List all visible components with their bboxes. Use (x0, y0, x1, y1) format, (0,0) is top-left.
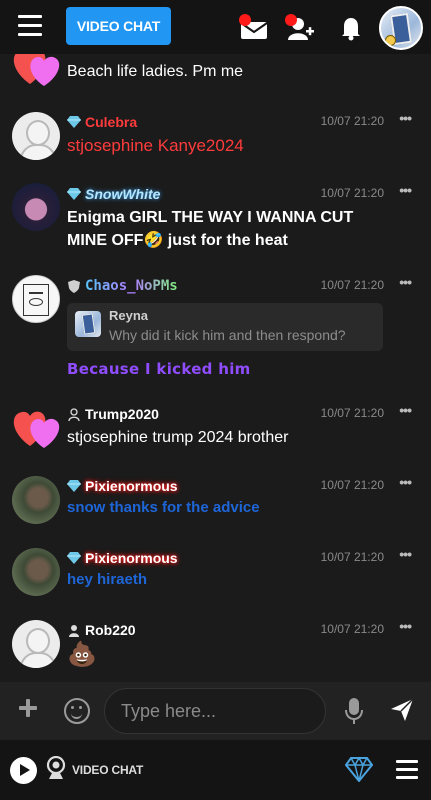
heart-icon (13, 54, 60, 86)
diamond-icon (67, 115, 81, 129)
list-item: SnowWhite 10/07 21:20 ••• Enigma GIRL TH… (0, 182, 431, 258)
more-options-icon[interactable]: ••• (399, 274, 412, 290)
message-list: Beach life ladies. Pm me Culebra 10/07 2… (0, 54, 431, 682)
message-text: snow thanks for the advice (67, 499, 260, 516)
username[interactable]: Rob220 (85, 622, 136, 638)
more-options-icon[interactable]: ••• (399, 474, 412, 490)
top-bar: VIDEO CHAT (0, 0, 431, 54)
timestamp: 10/07 21:20 (320, 406, 384, 420)
username[interactable]: SnowWhite (85, 186, 160, 202)
default-avatar[interactable] (12, 112, 60, 160)
more-options-icon[interactable]: ••• (399, 618, 412, 634)
list-item: Beach life ladies. Pm me (0, 54, 431, 94)
list-item: Chaos_NoPMs 10/07 21:20 ••• Reyna Why di… (0, 274, 431, 390)
plus-icon[interactable] (18, 698, 38, 718)
quoted-reply[interactable]: Reyna Why did it kick him and then respo… (67, 303, 383, 351)
timestamp: 10/07 21:20 (320, 622, 384, 636)
photo-avatar[interactable] (12, 183, 60, 231)
more-options-icon[interactable]: ••• (399, 182, 412, 198)
status-indicator (385, 35, 396, 46)
message-input[interactable] (104, 688, 326, 734)
reply-username: Reyna (109, 308, 149, 323)
menu-icon[interactable] (396, 760, 418, 780)
composer-bar (0, 682, 431, 740)
timestamp: 10/07 21:20 (320, 550, 384, 564)
user-avatar[interactable] (379, 6, 423, 50)
chat-app: VIDEO CHAT Beach life ladies. Pm me Cule… (0, 0, 431, 800)
user-icon (67, 407, 81, 421)
user-icon (67, 623, 81, 637)
username[interactable]: Chaos_NoPMs (85, 278, 178, 294)
emoji-icon[interactable] (64, 698, 90, 724)
more-options-icon[interactable]: ••• (399, 110, 412, 126)
reply-text: Why did it kick him and then respond? (109, 327, 346, 343)
diamond-icon (67, 479, 81, 493)
photo-avatar[interactable] (12, 476, 60, 524)
diamond-icon[interactable] (345, 756, 373, 782)
add-friend-icon[interactable] (284, 13, 314, 41)
message-text: Enigma GIRL THE WAY I WANNA CUT MINE OFF… (67, 209, 354, 249)
username[interactable]: Trump2020 (85, 406, 159, 422)
message-text: Because I kicked him (67, 360, 251, 378)
username[interactable]: Pixienormous (85, 478, 178, 494)
message-text: 💩 (67, 641, 97, 668)
list-item: Pixienormous 10/07 21:20 ••• snow thanks… (0, 474, 431, 534)
webcam-icon[interactable] (46, 756, 66, 780)
message-text: stjosephine trump 2024 brother (67, 429, 289, 446)
reply-avatar (75, 311, 101, 337)
menu-icon[interactable] (18, 15, 42, 37)
bell-icon[interactable] (337, 13, 367, 41)
heart-icon[interactable] (12, 406, 64, 450)
microphone-icon[interactable] (344, 697, 364, 725)
message-text: hey hiraeth (67, 571, 148, 588)
message-text: stjosephine Kanye2024 (67, 136, 244, 155)
diamond-icon (67, 551, 81, 565)
more-options-icon[interactable]: ••• (399, 546, 412, 562)
more-options-icon[interactable]: ••• (399, 402, 412, 418)
timestamp: 10/07 21:20 (320, 278, 384, 292)
bottom-bar: VIDEO CHAT (0, 740, 431, 800)
timestamp: 10/07 21:20 (320, 114, 384, 128)
list-item: Rob220 10/07 21:20 ••• 💩 (0, 618, 431, 682)
video-chat-link[interactable]: VIDEO CHAT (72, 763, 143, 777)
default-avatar[interactable] (12, 620, 60, 668)
list-item: Pixienormous 10/07 21:20 ••• hey hiraeth (0, 546, 431, 606)
diamond-icon (67, 187, 81, 201)
video-chat-button[interactable]: VIDEO CHAT (66, 7, 171, 45)
send-icon[interactable] (390, 698, 414, 722)
timestamp: 10/07 21:20 (320, 186, 384, 200)
sketch-avatar[interactable] (12, 275, 60, 323)
shield-icon (67, 279, 81, 293)
photo-avatar[interactable] (12, 548, 60, 596)
play-icon[interactable] (10, 757, 37, 784)
timestamp: 10/07 21:20 (320, 478, 384, 492)
list-item: Trump2020 10/07 21:20 ••• stjosephine tr… (0, 402, 431, 458)
list-item: Culebra 10/07 21:20 ••• stjosephine Kany… (0, 110, 431, 176)
mail-icon[interactable] (238, 13, 268, 41)
username[interactable]: Culebra (85, 114, 137, 130)
username[interactable]: Pixienormous (85, 550, 178, 566)
message-text: Beach life ladies. Pm me (67, 63, 244, 80)
